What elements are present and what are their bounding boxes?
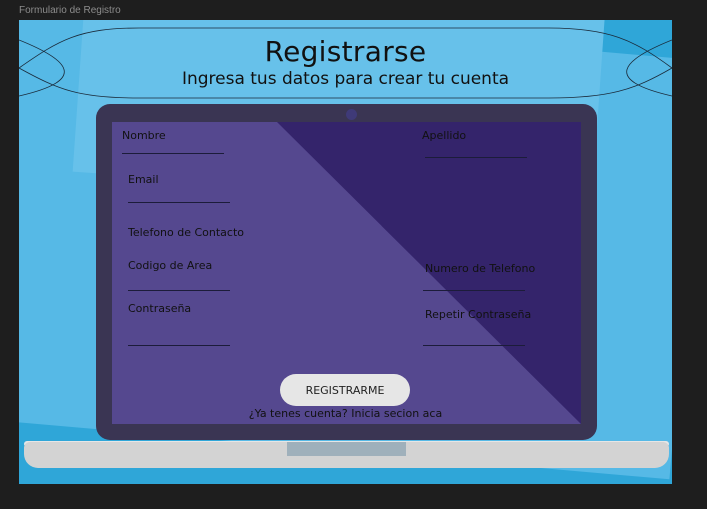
webcam-icon	[346, 109, 357, 120]
registration-canvas: Registrarse Ingresa tus datos para crear…	[19, 20, 672, 484]
numero-telefono-label: Numero de Telefono	[425, 262, 536, 275]
numero-telefono-field[interactable]	[423, 290, 525, 291]
page-title: Registrarse	[264, 35, 427, 68]
nombre-label: Nombre	[122, 129, 166, 142]
email-field[interactable]	[128, 202, 230, 203]
laptop-hinge	[287, 442, 406, 456]
login-link[interactable]: ¿Ya tenes cuenta? Inicia secion aca	[19, 407, 672, 420]
contrasena-field[interactable]	[128, 345, 230, 346]
apellido-field[interactable]	[425, 157, 527, 158]
telefono-contacto-label: Telefono de Contacto	[128, 226, 245, 239]
nombre-field[interactable]	[122, 153, 224, 154]
codigo-area-label: Codigo de Area	[128, 259, 213, 272]
contrasena-label: Contraseña	[128, 302, 192, 315]
repetir-contrasena-label: Repetir Contraseña	[425, 308, 532, 321]
page-subtitle: Ingresa tus datos para crear tu cuenta	[181, 69, 510, 89]
frame-label: Formulario de Registro	[19, 5, 121, 16]
register-button[interactable]: REGISTRARME	[280, 374, 410, 406]
apellido-label: Apellido	[422, 129, 467, 142]
codigo-area-field[interactable]	[128, 290, 230, 291]
repetir-contrasena-field[interactable]	[423, 345, 525, 346]
email-label: Email	[128, 173, 159, 186]
